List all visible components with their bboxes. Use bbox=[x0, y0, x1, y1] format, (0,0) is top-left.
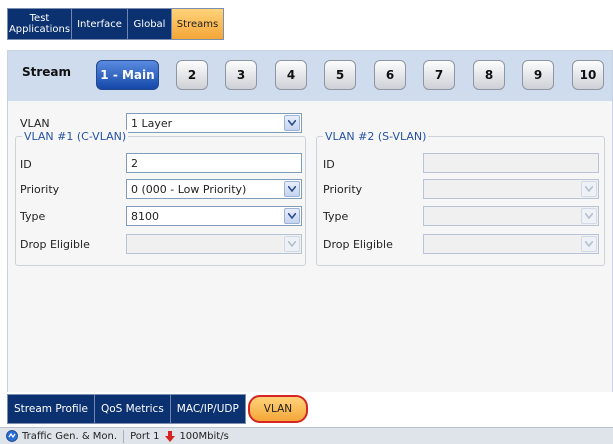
tab-qos-metrics[interactable]: QoS Metrics bbox=[95, 394, 171, 423]
tab-mac-ip-udp[interactable]: MAC/IP/UDP bbox=[171, 395, 245, 423]
bottom-tab-strip: Stream Profile QoS Metrics MAC/IP/UDP bbox=[7, 393, 246, 424]
stream-button-8[interactable]: 8 bbox=[473, 60, 505, 90]
vlan1-priority-label: Priority bbox=[20, 183, 60, 196]
vlan1-type-select[interactable]: 8100 bbox=[126, 206, 302, 226]
vlan1-priority-select[interactable]: 0 (000 - Low Priority) bbox=[126, 179, 302, 199]
vlan-layers-value: 1 Layer bbox=[131, 117, 173, 130]
vlan1-type-value: 8100 bbox=[131, 210, 159, 223]
vlan2-drop-select[interactable] bbox=[423, 234, 599, 254]
tab-test-applications[interactable]: Test Applications bbox=[8, 9, 72, 39]
link-down-arrow-icon bbox=[165, 430, 176, 442]
tab-label: MAC/IP/UDP bbox=[176, 402, 239, 415]
stream-button-9[interactable]: 9 bbox=[522, 60, 554, 90]
chevron-down-icon bbox=[284, 115, 300, 131]
top-tab-bar: Test Applications Interface Global Strea… bbox=[7, 8, 224, 40]
vlan-label: VLAN bbox=[20, 117, 50, 130]
status-app-label: Traffic Gen. & Mon. bbox=[22, 430, 118, 442]
chevron-down-icon bbox=[284, 181, 300, 197]
tab-label: Global bbox=[133, 18, 166, 30]
status-rate-label: 100Mbit/s bbox=[179, 430, 229, 442]
chevron-down-icon bbox=[284, 236, 300, 252]
stream-button-4[interactable]: 4 bbox=[275, 60, 307, 90]
vlan2-drop-label: Drop Eligible bbox=[323, 238, 393, 251]
status-bar: Traffic Gen. & Mon. Port 1 100Mbit/s bbox=[0, 427, 613, 444]
status-port: Port 1 100Mbit/s bbox=[124, 430, 235, 442]
stream-selector-bar: Stream 1 - Main 2 3 4 5 6 7 8 9 10 bbox=[8, 51, 612, 101]
vlan2-priority-label: Priority bbox=[323, 183, 363, 196]
vlan1-id-value: 2 bbox=[131, 157, 138, 170]
status-port-label: Port 1 bbox=[130, 430, 160, 442]
stream-button-1[interactable]: 1 - Main bbox=[96, 60, 159, 90]
stream-button-7[interactable]: 7 bbox=[423, 60, 455, 90]
vlan1-type-label: Type bbox=[20, 210, 46, 223]
tab-label: Stream Profile bbox=[14, 402, 88, 415]
chevron-down-icon bbox=[581, 236, 597, 252]
status-app: Traffic Gen. & Mon. bbox=[0, 430, 123, 442]
test-app-icon bbox=[6, 430, 18, 442]
tab-streams[interactable]: Streams bbox=[172, 9, 223, 39]
stream-button-5[interactable]: 5 bbox=[324, 60, 356, 90]
chevron-down-icon bbox=[581, 181, 597, 197]
vlan1-group: VLAN #1 (C-VLAN) ID 2 Priority 0 (000 - … bbox=[15, 130, 306, 266]
chevron-down-icon bbox=[284, 208, 300, 224]
tab-label: Test Applications bbox=[8, 13, 71, 35]
tab-stream-profile[interactable]: Stream Profile bbox=[8, 394, 95, 423]
bottom-tab-bar: Stream Profile QoS Metrics MAC/IP/UDP VL… bbox=[7, 392, 613, 425]
stream-button-10[interactable]: 10 bbox=[572, 60, 604, 90]
vlan2-id-label: ID bbox=[323, 158, 335, 171]
vlan2-group-title: VLAN #2 (S-VLAN) bbox=[323, 130, 429, 143]
tab-label: Streams bbox=[176, 18, 219, 30]
streams-panel: Stream 1 - Main 2 3 4 5 6 7 8 9 10 VLAN … bbox=[7, 50, 613, 393]
tab-label: VLAN bbox=[263, 402, 293, 415]
vlan2-priority-select[interactable] bbox=[423, 179, 599, 199]
vlan2-group: VLAN #2 (S-VLAN) ID Priority Type Drop E… bbox=[316, 130, 605, 266]
vlan2-type-label: Type bbox=[323, 210, 349, 223]
stream-label: Stream bbox=[22, 65, 72, 79]
stream-button-6[interactable]: 6 bbox=[374, 60, 406, 90]
vlan2-id-input[interactable] bbox=[423, 153, 599, 173]
stream-button-2[interactable]: 2 bbox=[176, 60, 208, 90]
chevron-down-icon bbox=[581, 208, 597, 224]
vlan1-id-input[interactable]: 2 bbox=[126, 153, 302, 173]
stream-button-3[interactable]: 3 bbox=[225, 60, 257, 90]
vlan1-id-label: ID bbox=[20, 158, 32, 171]
vlan1-group-title: VLAN #1 (C-VLAN) bbox=[22, 130, 129, 143]
vlan1-drop-select[interactable] bbox=[126, 234, 302, 254]
vlan1-priority-value: 0 (000 - Low Priority) bbox=[131, 183, 247, 196]
tab-label: Interface bbox=[77, 18, 122, 30]
vlan-layers-select[interactable]: 1 Layer bbox=[126, 113, 302, 133]
tab-interface[interactable]: Interface bbox=[72, 9, 128, 39]
tab-label: QoS Metrics bbox=[100, 402, 164, 415]
tab-vlan[interactable]: VLAN bbox=[247, 394, 309, 423]
vlan1-drop-label: Drop Eligible bbox=[20, 238, 90, 251]
vlan2-type-select[interactable] bbox=[423, 206, 599, 226]
tab-global[interactable]: Global bbox=[128, 9, 172, 39]
